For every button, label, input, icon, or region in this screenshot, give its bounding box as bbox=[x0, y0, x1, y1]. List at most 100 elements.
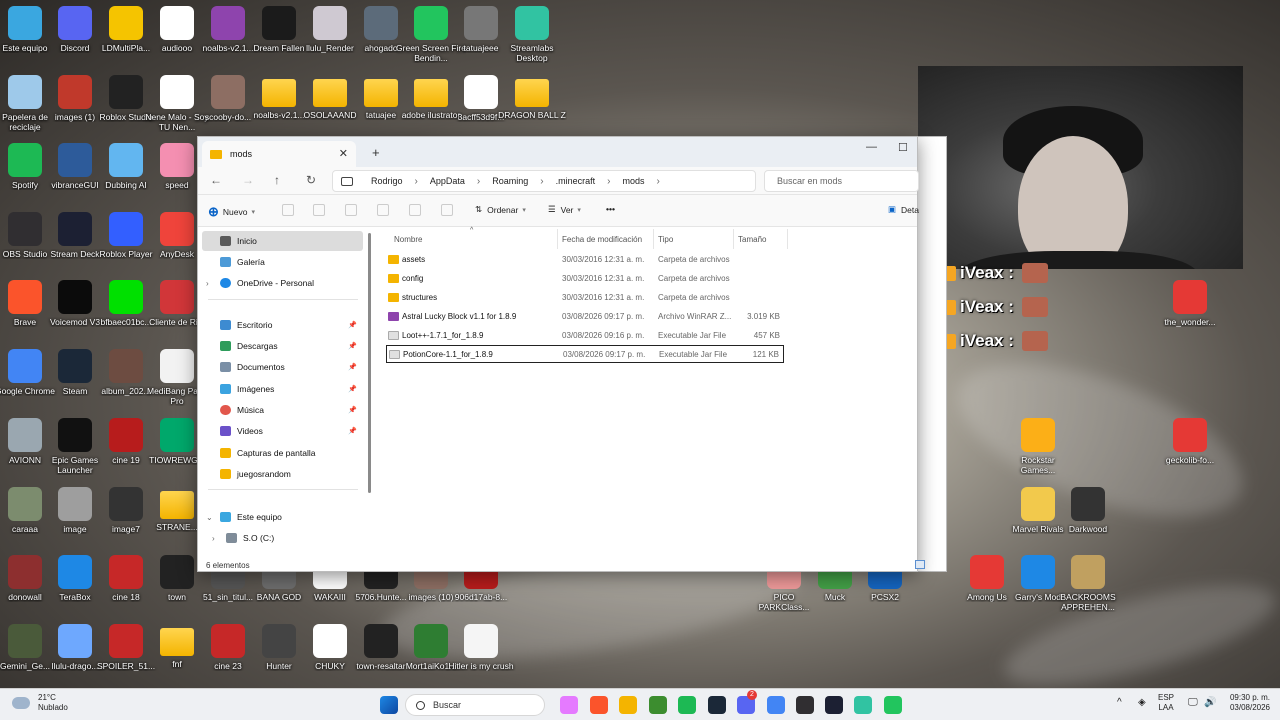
delete-icon[interactable] bbox=[441, 204, 453, 216]
breadcrumb-item[interactable]: .minecraft bbox=[556, 176, 596, 186]
sort-button[interactable]: ⇅ Ordenar ▾ bbox=[475, 204, 526, 215]
file-row[interactable]: config 30/03/2016 12:31 a. m. Carpeta de a… bbox=[386, 269, 784, 287]
column-header-name[interactable]: Nombre ^ bbox=[394, 227, 558, 249]
sidebar-item-music[interactable]: Música 📌 bbox=[198, 400, 363, 420]
location-icon[interactable]: ◈ bbox=[1138, 698, 1146, 708]
steam-icon[interactable] bbox=[708, 696, 726, 714]
pin-icon[interactable]: 📌 bbox=[348, 363, 357, 371]
spotify-icon[interactable] bbox=[678, 696, 696, 714]
folder-icon bbox=[388, 292, 399, 302]
green-app-icon[interactable] bbox=[884, 696, 902, 714]
sidebar-item-videos[interactable]: Videos 📌 bbox=[198, 421, 363, 441]
desktop-icon-item[interactable]: BACKROOMS APPREHEN... bbox=[1053, 555, 1123, 612]
maximize-button[interactable]: ☐ bbox=[898, 141, 908, 154]
language-indicator[interactable]: ESP LAA bbox=[1158, 693, 1174, 713]
minimize-button[interactable]: — bbox=[866, 141, 877, 153]
pin-icon[interactable]: 📌 bbox=[348, 406, 357, 414]
sidebar-item-this-pc[interactable]: ⌄ Este equipo bbox=[198, 507, 363, 527]
file-explorer-icon[interactable] bbox=[619, 696, 637, 714]
file-row[interactable]: assets 30/03/2016 12:31 a. m. Carpeta de a… bbox=[386, 250, 784, 268]
desktop-icon-item[interactable]: Streamlabs Desktop bbox=[497, 6, 567, 63]
expand-arrow-icon[interactable]: › bbox=[206, 279, 209, 288]
app-icon bbox=[364, 624, 398, 658]
expand-arrow-icon[interactable]: › bbox=[212, 534, 215, 543]
sidebar-item-home[interactable]: Inicio bbox=[202, 231, 363, 251]
obs-icon[interactable] bbox=[796, 696, 814, 714]
desktop-icon-item[interactable]: Rockstar Games... bbox=[1003, 418, 1073, 475]
view-button[interactable]: ☰ Ver ▾ bbox=[548, 204, 581, 215]
pin-icon[interactable]: 📌 bbox=[348, 385, 357, 393]
rename-icon[interactable] bbox=[377, 204, 389, 216]
more-options-button[interactable]: ••• bbox=[606, 204, 615, 214]
taskbar-search[interactable]: Buscar bbox=[405, 694, 545, 716]
new-button[interactable]: ⊕ Nuevo ▾ bbox=[208, 204, 255, 220]
file-row[interactable]: PotionCore-1.1_for_1.8.9 03/08/2026 09:17… bbox=[386, 345, 784, 363]
desktop-icon-item[interactable]: Hitler is my crush bbox=[446, 624, 516, 671]
file-row[interactable]: Loot++-1.7.1_for_1.8.9 03/08/2026 09:16 p… bbox=[386, 326, 784, 344]
sidebar-scrollbar[interactable] bbox=[368, 229, 371, 547]
column-header-date[interactable]: Fecha de modificación bbox=[562, 229, 654, 249]
share-icon[interactable] bbox=[409, 204, 421, 216]
minecraft-icon[interactable] bbox=[649, 696, 667, 714]
sidebar-item-desktop[interactable]: Escritorio 📌 bbox=[198, 315, 363, 335]
tab-mods[interactable]: mods ✕ bbox=[202, 141, 356, 167]
clock[interactable]: 09:30 p. m. 03/08/2026 bbox=[1222, 693, 1270, 713]
sidebar-item-label: Capturas de pantalla bbox=[237, 448, 316, 458]
archive-icon bbox=[388, 311, 399, 321]
language-bottom: LAA bbox=[1158, 703, 1174, 712]
refresh-button[interactable]: ↻ bbox=[306, 173, 316, 187]
cut-icon[interactable] bbox=[282, 204, 294, 216]
pin-icon[interactable]: 📌 bbox=[348, 321, 357, 329]
column-header-size[interactable]: Tamaño bbox=[738, 229, 788, 249]
copy-icon[interactable] bbox=[313, 204, 325, 216]
address-bar[interactable]: Rodrigo › AppData › Roaming › .minecraft… bbox=[332, 170, 756, 192]
up-button[interactable]: ↑ bbox=[274, 173, 280, 187]
desktop-icon-item[interactable]: Darkwood bbox=[1053, 487, 1123, 534]
desktop-icon-item[interactable]: the_wonder... bbox=[1155, 280, 1225, 327]
sidebar-item-drive-c[interactable]: › S.O (C:) bbox=[198, 528, 363, 548]
details-pane-button[interactable]: ▣ Deta bbox=[888, 204, 919, 215]
weather-widget[interactable]: 21°C Nublado bbox=[12, 693, 68, 713]
sidebar-item-onedrive[interactable]: › OneDrive - Personal bbox=[198, 273, 363, 293]
breadcrumb-item[interactable]: mods bbox=[622, 176, 644, 186]
tray-overflow-chevron-icon[interactable]: ^ bbox=[1117, 698, 1122, 708]
sidebar-item-documents[interactable]: Documentos 📌 bbox=[198, 357, 363, 377]
new-tab-button[interactable]: + bbox=[372, 145, 380, 160]
search-input[interactable]: Buscar en mods bbox=[764, 170, 919, 192]
breadcrumb-item[interactable]: Rodrigo bbox=[371, 176, 403, 186]
file-row[interactable]: Astral Lucky Block v1.1 for 1.8.9 03/08/2… bbox=[386, 307, 784, 325]
sidebar-item-juegosrandom[interactable]: juegosrandom bbox=[198, 464, 363, 484]
back-button[interactable]: ← bbox=[210, 173, 222, 187]
copilot-icon[interactable] bbox=[560, 696, 578, 714]
view-icon: ☰ bbox=[548, 204, 556, 214]
streamlabs-icon[interactable] bbox=[854, 696, 872, 714]
scrollbar-thumb[interactable] bbox=[368, 233, 371, 493]
forward-button[interactable]: → bbox=[242, 173, 254, 187]
sidebar-item-label: Música bbox=[237, 405, 264, 415]
sidebar-item-screenshots[interactable]: Capturas de pantalla bbox=[198, 443, 363, 463]
windows-start-icon[interactable] bbox=[380, 696, 398, 714]
sidebar-item-pictures[interactable]: Imágenes 📌 bbox=[198, 379, 363, 399]
close-tab-icon[interactable]: ✕ bbox=[339, 147, 348, 160]
desktop-icon-item[interactable]: DRAGON BALL Z bbox=[497, 75, 567, 120]
sidebar-item-gallery[interactable]: Galería bbox=[198, 252, 363, 272]
breadcrumb-item[interactable]: AppData bbox=[430, 176, 465, 186]
chevron-down-icon[interactable]: ⌄ bbox=[206, 513, 213, 522]
desktop-icon-label: PCSX2 bbox=[871, 592, 899, 602]
details-view-button[interactable] bbox=[915, 560, 925, 569]
brave-icon[interactable] bbox=[590, 696, 608, 714]
chrome-icon[interactable] bbox=[767, 696, 785, 714]
desktop-icon-item[interactable]: geckolib-fo... bbox=[1155, 418, 1225, 465]
details-label: Deta bbox=[901, 204, 919, 215]
paste-icon[interactable] bbox=[345, 204, 357, 216]
volume-icon[interactable]: 🔊 bbox=[1204, 698, 1216, 708]
network-icon[interactable]: 🖵 bbox=[1188, 698, 1198, 708]
pin-icon[interactable]: 📌 bbox=[348, 427, 357, 435]
sidebar-item-downloads[interactable]: Descargas 📌 bbox=[198, 336, 363, 356]
breadcrumb-item[interactable]: Roaming bbox=[492, 176, 528, 186]
file-type: Executable Jar File bbox=[659, 349, 728, 359]
stream-deck-icon[interactable] bbox=[825, 696, 843, 714]
pin-icon[interactable]: 📌 bbox=[348, 342, 357, 350]
column-header-type[interactable]: Tipo bbox=[658, 229, 734, 249]
file-row[interactable]: structures 30/03/2016 12:31 a. m. Carpeta … bbox=[386, 288, 784, 306]
